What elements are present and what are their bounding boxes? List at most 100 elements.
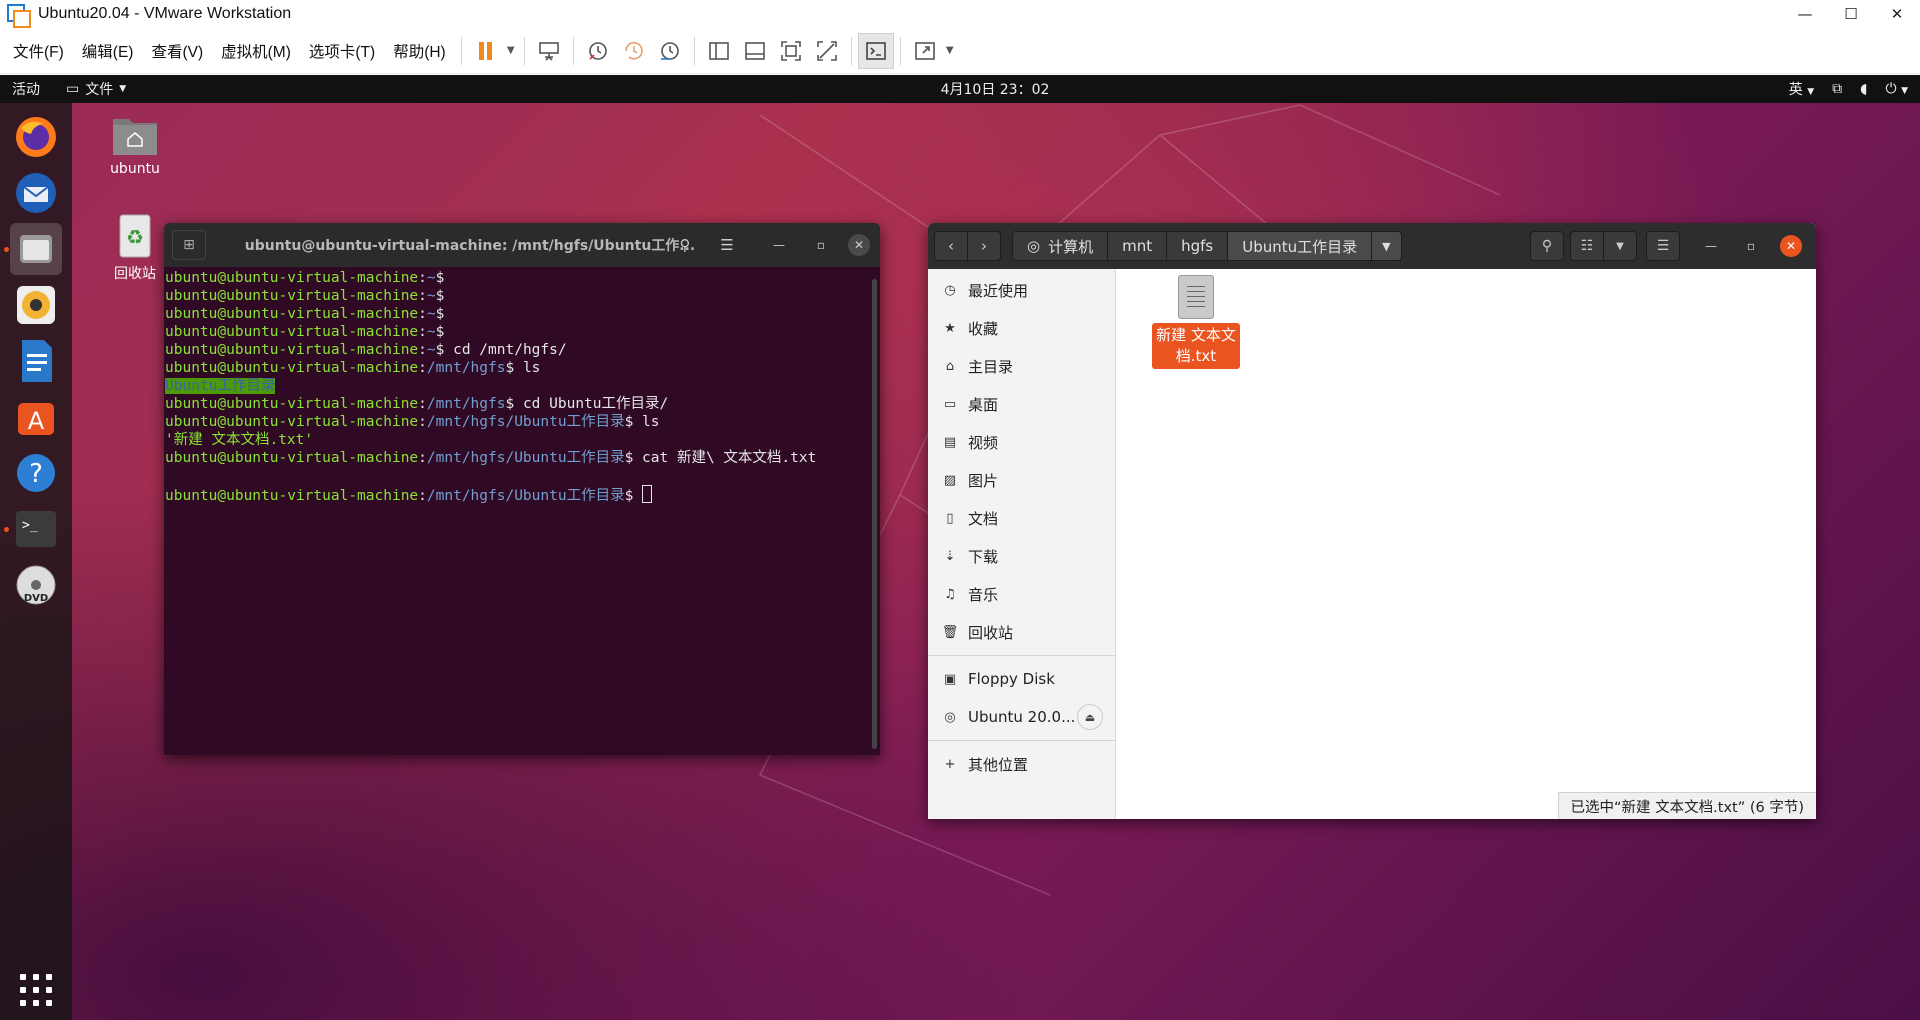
- terminal-minimize-button[interactable]: —: [768, 234, 790, 256]
- prompt-colon: :: [418, 324, 427, 340]
- prompt-colon: :: [418, 270, 427, 286]
- unity-mode-icon[interactable]: [809, 33, 845, 69]
- files-icon[interactable]: [10, 223, 62, 275]
- menu-view[interactable]: 查看(V): [142, 28, 212, 74]
- snapshot-icon[interactable]: [580, 33, 616, 69]
- toolbar-separator: [693, 36, 695, 65]
- files-search-button[interactable]: ⚲: [1530, 231, 1564, 261]
- send-ctrl-alt-del-icon[interactable]: [531, 33, 567, 69]
- files-maximize-button[interactable]: ▫: [1740, 235, 1762, 257]
- menu-edit[interactable]: 编辑(E): [73, 28, 143, 74]
- sidebar-item-label: 其他位置: [968, 755, 1029, 774]
- terminal-icon[interactable]: >_: [10, 503, 62, 555]
- files-content-area[interactable]: 新建 文本文 档.txt 已选中“新建 文本文档.txt” (6 字节): [1116, 269, 1816, 819]
- sidebar-item-home[interactable]: ⌂ 主目录: [928, 347, 1115, 385]
- console-view-icon[interactable]: [857, 32, 894, 69]
- sidebar-item-downloads[interactable]: ⇣ 下载: [928, 537, 1115, 575]
- files-window[interactable]: ‹ › ◎ 计算机 mnt hgfs Ubuntu工作目录 ▼ ⚲ ☷ ▼ ☰ —…: [928, 223, 1816, 819]
- breadcrumb-current-folder[interactable]: Ubuntu工作目录: [1228, 232, 1373, 260]
- terminal-line: ubuntu@ubuntu-virtual-machine:/mnt/hgfs$…: [165, 395, 880, 413]
- pause-dropdown-icon[interactable]: ▼: [504, 33, 518, 69]
- eject-icon[interactable]: ⏏: [1077, 704, 1103, 730]
- vmware-menubar: 文件(F) 编辑(E) 查看(V) 虚拟机(M) 选项卡(T) 帮助(H) ▼ …: [0, 28, 1920, 74]
- terminal-close-button[interactable]: ✕: [848, 234, 870, 256]
- terminal-search-button[interactable]: ⚲: [668, 230, 702, 260]
- input-method-indicator[interactable]: 英 ▼: [1789, 79, 1814, 99]
- file-item[interactable]: 新建 文本文 档.txt: [1152, 275, 1240, 369]
- stretch-guest-icon[interactable]: [907, 33, 943, 69]
- terminal-maximize-button[interactable]: ▫: [810, 234, 832, 256]
- software-center-icon[interactable]: A: [10, 391, 62, 443]
- desktop-home-folder[interactable]: ubuntu: [90, 113, 180, 177]
- show-library-icon[interactable]: [701, 33, 737, 69]
- back-button[interactable]: ‹: [934, 231, 968, 261]
- minimize-button[interactable]: —: [1782, 0, 1828, 28]
- breadcrumb-menu-button[interactable]: ▼: [1372, 232, 1401, 260]
- terminal-line: ubuntu@ubuntu-virtual-machine:~$: [165, 323, 880, 341]
- terminal-scrollbar[interactable]: [872, 279, 877, 749]
- sidebar-item-recent[interactable]: ◷ 最近使用: [928, 271, 1115, 309]
- disc-icon: ◎: [1027, 237, 1041, 255]
- volume-icon[interactable]: ◖: [1860, 81, 1867, 97]
- sidebar-item-starred[interactable]: ★ 收藏: [928, 309, 1115, 347]
- prompt-path: /mnt/hgfs: [426, 396, 506, 412]
- breadcrumb-hgfs[interactable]: hgfs: [1167, 232, 1229, 260]
- files-menu-button[interactable]: ☰: [1646, 231, 1680, 261]
- prompt-user: ubuntu@ubuntu-virtual-machine: [165, 270, 419, 286]
- new-tab-button[interactable]: ⊞: [172, 230, 206, 260]
- menu-tabs[interactable]: 选项卡(T): [300, 28, 384, 74]
- terminal-menu-button[interactable]: ☰: [710, 230, 744, 260]
- thumbnail-bar-icon[interactable]: [737, 33, 773, 69]
- breadcrumb-mnt[interactable]: mnt: [1108, 232, 1168, 260]
- breadcrumb-computer[interactable]: ◎ 计算机: [1013, 232, 1109, 260]
- chevron-down-icon: ▼: [1616, 240, 1624, 252]
- terminal-line: ubuntu@ubuntu-virtual-machine:~$: [165, 269, 880, 287]
- files-minimize-button[interactable]: —: [1700, 235, 1722, 257]
- prompt-path: /mnt/hgfs: [426, 360, 506, 376]
- sidebar-item-desktop[interactable]: ▭ 桌面: [928, 385, 1115, 423]
- terminal-window[interactable]: ⊞ ubuntu@ubuntu-virtual-machine: /mnt/hg…: [164, 223, 880, 755]
- terminal-output[interactable]: ubuntu@ubuntu-virtual-machine:~$ ubuntu@u…: [164, 267, 880, 504]
- sidebar-item-label: 最近使用: [968, 281, 1029, 300]
- full-screen-icon[interactable]: [773, 33, 809, 69]
- sidebar-item-trash[interactable]: 🗑 回收站: [928, 613, 1115, 651]
- sidebar-item-music[interactable]: ♫ 音乐: [928, 575, 1115, 613]
- thunderbird-icon[interactable]: [10, 167, 62, 219]
- document-icon: ▯: [946, 510, 954, 526]
- menu-help[interactable]: 帮助(H): [384, 28, 455, 74]
- pause-icon[interactable]: [468, 33, 504, 69]
- sidebar-item-other-locations[interactable]: + 其他位置: [928, 745, 1115, 783]
- firefox-icon[interactable]: [10, 111, 62, 163]
- power-icon[interactable]: ⏻ ▼: [1886, 81, 1908, 97]
- files-headerbar: ‹ › ◎ 计算机 mnt hgfs Ubuntu工作目录 ▼ ⚲ ☷ ▼ ☰ —…: [928, 223, 1816, 269]
- sidebar-item-label: 音乐: [968, 585, 999, 604]
- files-close-button[interactable]: ✕: [1780, 235, 1802, 257]
- sidebar-item-pictures[interactable]: ▨ 图片: [928, 461, 1115, 499]
- clock[interactable]: 4月10日 23：02: [0, 79, 1920, 99]
- close-button[interactable]: ✕: [1874, 0, 1920, 28]
- dvd-icon[interactable]: DVD: [10, 559, 62, 611]
- menu-file[interactable]: 文件(F): [4, 28, 73, 74]
- sidebar-item-documents[interactable]: ▯ 文档: [928, 499, 1115, 537]
- maximize-button[interactable]: ☐: [1828, 0, 1874, 28]
- prompt-command: $ cat 新建\ 文本文档.txt: [624, 450, 817, 466]
- show-applications-icon[interactable]: [20, 974, 52, 1006]
- sidebar-item-ubuntu-disc[interactable]: ◎ Ubuntu 20.0... ⏏: [928, 698, 1115, 736]
- prompt-path: ~: [426, 288, 436, 304]
- help-icon[interactable]: ?: [10, 447, 62, 499]
- sidebar-item-videos[interactable]: ▤ 视频: [928, 423, 1115, 461]
- libreoffice-writer-icon[interactable]: [10, 335, 62, 387]
- rhythmbox-icon[interactable]: [10, 279, 62, 331]
- menu-vm[interactable]: 虚拟机(M): [212, 28, 300, 74]
- sidebar-item-floppy[interactable]: ▣ Floppy Disk: [928, 660, 1115, 698]
- network-icon[interactable]: ⧉: [1832, 81, 1842, 97]
- stretch-dropdown-icon[interactable]: ▼: [943, 33, 957, 69]
- files-sidebar: ◷ 最近使用 ★ 收藏 ⌂ 主目录 ▭ 桌面 ▤ 视频 ▨ 图片 ▯ 文档 ⇣ 下载 ♫ 音乐 🗑…: [928, 269, 1116, 819]
- view-options-button[interactable]: ▼: [1603, 231, 1637, 261]
- forward-button[interactable]: ›: [967, 231, 1001, 261]
- view-toggle-button[interactable]: ☷: [1570, 231, 1604, 261]
- guest-display[interactable]: 活动 ▭ 文件 ▼ 4月10日 23：02 英 ▼ ⧉ ◖ ⏻ ▼ A ? >_…: [0, 75, 1920, 1020]
- prompt-user: ubuntu@ubuntu-virtual-machine: [165, 342, 419, 358]
- snapshot-manager-icon[interactable]: [652, 33, 688, 69]
- revert-snapshot-icon[interactable]: [616, 33, 652, 69]
